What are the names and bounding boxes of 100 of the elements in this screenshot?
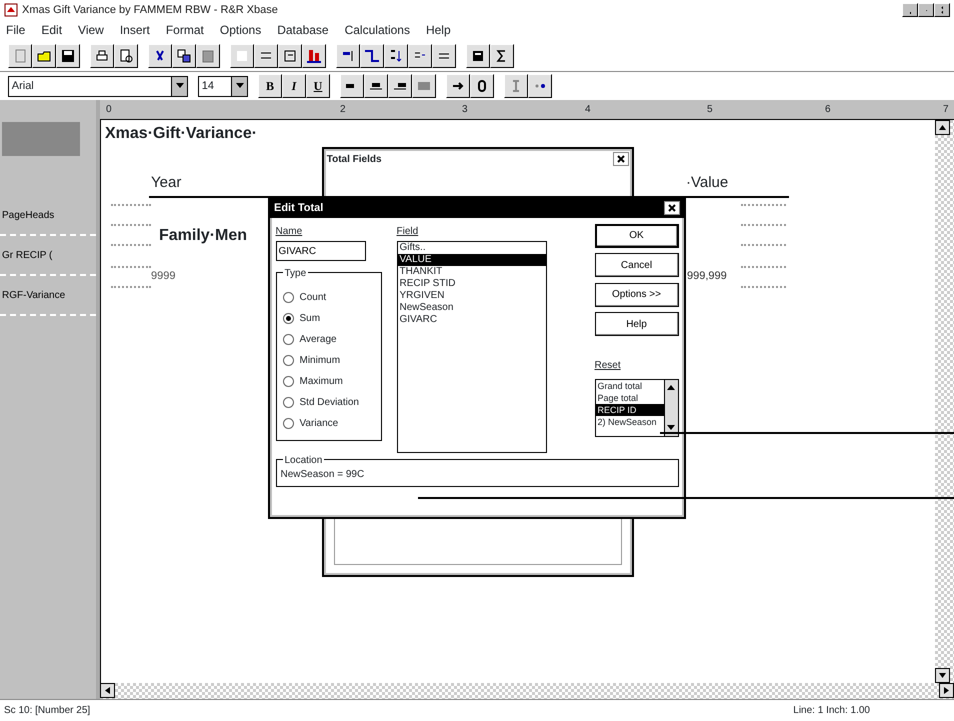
calculator-button[interactable]: [466, 44, 490, 68]
paste-button[interactable]: [196, 44, 220, 68]
menu-item[interactable]: File: [6, 21, 26, 39]
list-scrollbar[interactable]: [664, 380, 678, 436]
box-icon: [282, 48, 298, 64]
preview-button[interactable]: [114, 44, 138, 68]
band-label[interactable]: RGF-Variance: [0, 276, 96, 316]
close-button[interactable]: [613, 152, 630, 166]
dialog-button[interactable]: Cancel: [594, 253, 678, 277]
horizontal-scrollbar[interactable]: [100, 683, 954, 699]
dialog-button[interactable]: Help: [594, 312, 678, 336]
columns-button[interactable]: [336, 44, 360, 68]
preview-icon: [118, 48, 134, 64]
dialog-title: Total Fields: [326, 152, 382, 166]
menu-item[interactable]: Database: [277, 21, 329, 39]
column-header: ·Value: [686, 173, 728, 193]
italic-button[interactable]: I: [282, 74, 306, 98]
grid-dots-button[interactable]: [528, 74, 552, 98]
lines-button[interactable]: [254, 44, 278, 68]
list-item[interactable]: VALUE: [398, 254, 546, 266]
ruler-number: 0: [106, 103, 112, 117]
band-label[interactable]: PageHeads: [0, 196, 96, 236]
menu-item[interactable]: View: [78, 21, 104, 39]
scroll-down-icon: [939, 673, 946, 678]
field-list[interactable]: Gifts.. VALUE THANKIT RECIP STID YRGIVEN NewSeason GIVARC: [396, 241, 546, 454]
menu-item[interactable]: Insert: [120, 21, 150, 39]
dialog-button[interactable]: OK: [594, 224, 678, 248]
dialog-button[interactable]: Options >>: [594, 282, 678, 306]
align-center-button[interactable]: [364, 74, 388, 98]
menu-item[interactable]: Edit: [41, 21, 62, 39]
list-item[interactable]: Gifts..: [398, 242, 546, 254]
align-right-button[interactable]: [388, 74, 412, 98]
list-item[interactable]: Page total: [596, 392, 664, 404]
text-cursor-button[interactable]: [504, 74, 528, 98]
list-item[interactable]: RECIP ID: [596, 404, 664, 416]
chart-icon: [306, 48, 322, 64]
radio-option[interactable]: Std Deviation: [282, 392, 374, 414]
filter-button[interactable]: [432, 44, 456, 68]
font-combo[interactable]: Arial: [8, 76, 188, 96]
status-text: Line: 1 Inch: 1.00: [793, 704, 870, 718]
list-item[interactable]: RECIP STID: [398, 278, 546, 290]
list-button[interactable]: [408, 44, 432, 68]
menu-item[interactable]: Format: [166, 21, 204, 39]
sort-button[interactable]: [384, 44, 408, 68]
app-icon: [4, 3, 18, 17]
name-field[interactable]: GIVARC: [276, 241, 366, 262]
reset-list[interactable]: Grand total Page total RECIP ID 2) NewSeason: [594, 378, 678, 436]
window-title: Xmas Gift Variance by FAMMEM RBW - R&R Xbase: [22, 2, 279, 18]
radio-option[interactable]: Sum: [282, 308, 374, 330]
list-item[interactable]: 2) NewSeason: [596, 416, 664, 428]
align-left-button[interactable]: [340, 74, 364, 98]
list-item[interactable]: GIVARC: [398, 314, 546, 326]
open-folder-button[interactable]: [32, 44, 56, 68]
radio-option[interactable]: Maximum: [282, 371, 374, 392]
sum-button[interactable]: [490, 44, 514, 68]
radio-option[interactable]: Average: [282, 329, 374, 350]
vertical-scrollbar[interactable]: [935, 120, 954, 683]
ruler-number: 7: [943, 103, 949, 117]
font-size-combo[interactable]: 14: [198, 76, 248, 96]
report-title: Xmas·Gift·Variance·: [105, 124, 258, 144]
group-label: Type: [282, 266, 308, 282]
radio-option[interactable]: Variance: [282, 413, 374, 434]
band-label[interactable]: Gr RECIP (: [0, 236, 96, 276]
minimize-button[interactable]: [902, 3, 918, 17]
blank-button[interactable]: [230, 44, 254, 68]
menu-item[interactable]: Options: [220, 21, 262, 39]
list-item[interactable]: THANKIT: [398, 266, 546, 278]
list-item[interactable]: Grand total: [596, 380, 664, 392]
field-label: Name: [276, 224, 304, 238]
underline-button[interactable]: U: [306, 74, 330, 98]
radio-option[interactable]: Count: [282, 287, 374, 308]
zero-button[interactable]: [470, 74, 494, 98]
copy-button[interactable]: [172, 44, 196, 68]
menu-item[interactable]: Calculations: [344, 21, 410, 39]
indent-button[interactable]: [446, 74, 470, 98]
radio-option[interactable]: Minimum: [282, 350, 374, 372]
maximize-button[interactable]: [918, 3, 934, 17]
menu-item[interactable]: Help: [426, 21, 451, 39]
box-button[interactable]: [278, 44, 302, 68]
column-header: Year: [151, 173, 182, 193]
save-button[interactable]: [56, 44, 80, 68]
printer-button[interactable]: [90, 44, 114, 68]
close-button[interactable]: [664, 201, 680, 215]
ruler-number: 2: [340, 103, 346, 117]
dropdown-arrow-icon: [176, 83, 184, 89]
arrow-button[interactable]: [360, 44, 384, 68]
dropdown-arrow-icon: [236, 83, 244, 89]
ruler-number: 5: [707, 103, 713, 117]
new-page-button[interactable]: [8, 44, 32, 68]
scroll-right-icon: [944, 687, 949, 694]
justify-button[interactable]: [412, 74, 436, 98]
list-item[interactable]: YRGIVEN: [398, 290, 546, 302]
bold-button[interactable]: B: [258, 74, 282, 98]
scroll-left-icon: [105, 687, 110, 694]
field-label: Field: [396, 224, 420, 238]
save-icon: [60, 48, 76, 64]
ruler-number: 4: [585, 103, 591, 117]
cut-button[interactable]: [148, 44, 172, 68]
list-item[interactable]: NewSeason: [398, 302, 546, 314]
chart-button[interactable]: [302, 44, 326, 68]
